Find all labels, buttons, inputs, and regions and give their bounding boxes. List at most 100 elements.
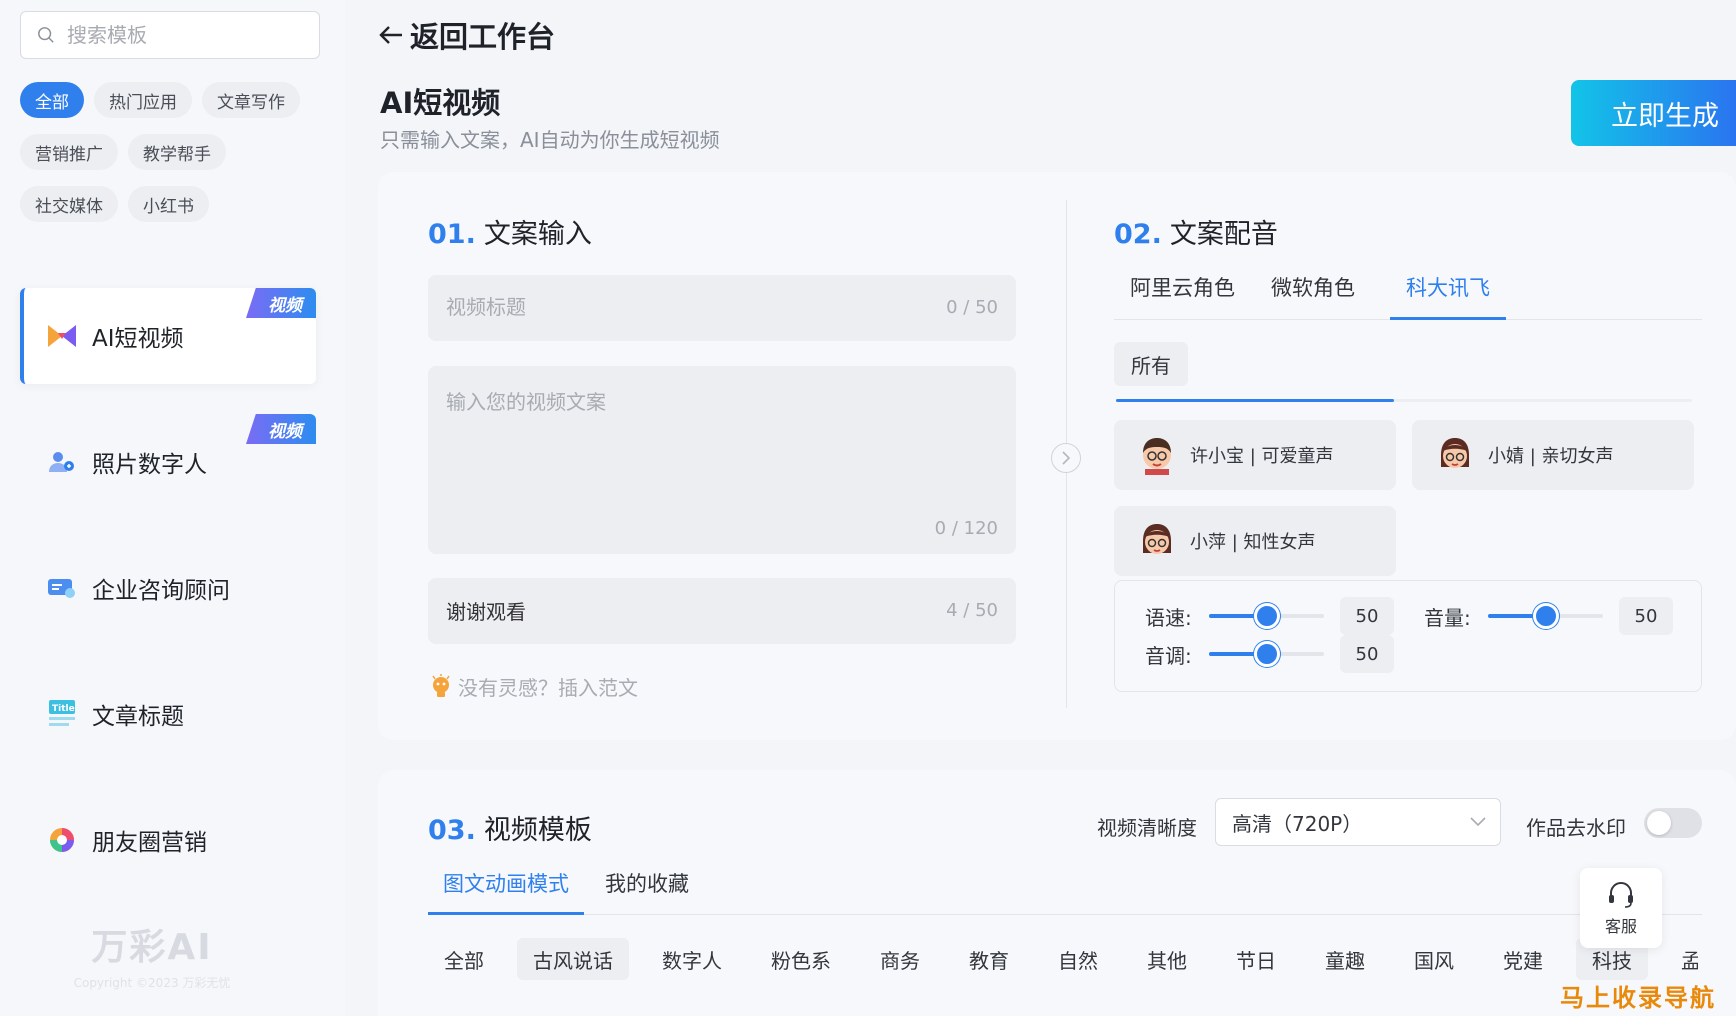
pitch-control: 音调: 50: [1145, 635, 1394, 673]
template-category[interactable]: 国风: [1398, 938, 1470, 980]
app-item-label: 朋友圈营销: [92, 830, 207, 856]
template-category[interactable]: 教育: [953, 938, 1025, 980]
section-label: 文案配音: [1169, 219, 1278, 250]
template-category[interactable]: 孟: [1665, 938, 1698, 980]
app-item-label: 文章标题: [92, 704, 184, 730]
search-box[interactable]: [20, 11, 320, 59]
generate-button[interactable]: 立即生成: [1571, 80, 1736, 146]
page-subtitle: 只需输入文案，AI自动为你生成短视频: [380, 128, 720, 152]
video-script-input[interactable]: [446, 386, 996, 506]
speed-slider[interactable]: [1209, 603, 1324, 629]
title-doc-icon: Title: [46, 698, 78, 730]
search-icon: [38, 27, 54, 43]
video-title-input[interactable]: [446, 295, 926, 319]
svg-text:Title: Title: [52, 704, 75, 714]
voice-name: 小萍 | 知性女声: [1190, 532, 1316, 553]
voice-settings-panel: 语速: 50 音量: 50 音调: 50: [1114, 580, 1702, 692]
category-chip-writing[interactable]: 文章写作: [202, 82, 300, 118]
category-chip-hot[interactable]: 热门应用: [94, 82, 192, 118]
template-category[interactable]: 数字人: [646, 938, 738, 980]
app-item-article-title[interactable]: Title 文章标题: [20, 666, 316, 762]
template-category[interactable]: 商务: [864, 938, 936, 980]
app-item-enterprise-consultant[interactable]: 企业咨询顾问: [20, 540, 316, 636]
ending-text-input[interactable]: [446, 598, 926, 622]
video-script-field[interactable]: 0 / 120: [428, 366, 1016, 554]
video-tag: 视频: [246, 288, 316, 318]
lightbulb-icon: [432, 673, 450, 697]
search-input[interactable]: [67, 23, 307, 47]
scrollbar-thumb[interactable]: [1116, 399, 1394, 402]
category-chip-all[interactable]: 全部: [20, 82, 84, 118]
category-chip-social[interactable]: 社交媒体: [20, 186, 118, 222]
customer-service-button[interactable]: 客服: [1580, 868, 1662, 948]
section-label: 视频模板: [483, 815, 592, 846]
template-category-list: 全部 古风说话 数字人 粉色系 商务 教育 自然 其他 节日 童趣 国风 党建 …: [428, 938, 1698, 980]
video-tag: 视频: [246, 414, 316, 444]
app-list: AI短视频 视频 照片数字人 视频 企业咨询顾问 Title 文章标题 朋友圈营…: [20, 288, 316, 918]
quality-select[interactable]: 高清（720P）: [1215, 798, 1501, 846]
template-category[interactable]: 粉色系: [755, 938, 847, 980]
section-label: 文案输入: [483, 219, 592, 250]
collapse-toggle[interactable]: [1051, 443, 1081, 473]
voice-filter-all[interactable]: 所有: [1114, 342, 1188, 386]
video-title-field[interactable]: 0 / 50: [428, 275, 1016, 341]
insert-sample-link[interactable]: 没有灵感？插入范文: [430, 672, 638, 701]
section-title-script: 01. 文案输入: [428, 212, 592, 251]
app-item-moments-marketing[interactable]: 朋友圈营销: [20, 792, 316, 888]
volume-slider[interactable]: [1488, 603, 1603, 629]
ending-text-field[interactable]: 4 / 50: [428, 578, 1016, 644]
tab-favorites[interactable]: 我的收藏: [590, 860, 704, 915]
voice-card[interactable]: 小婧 | 亲切女声: [1412, 420, 1694, 490]
slider-knob[interactable]: [1254, 603, 1280, 629]
toggle-knob: [1647, 811, 1671, 835]
slider-knob[interactable]: [1533, 603, 1559, 629]
speed-value[interactable]: 50: [1340, 597, 1394, 635]
template-category[interactable]: 节日: [1220, 938, 1292, 980]
chevron-down-icon: [1470, 817, 1486, 827]
pitch-label: 音调:: [1145, 643, 1192, 668]
site-watermark: 马上收录导航: [1560, 984, 1716, 1012]
tab-microsoft[interactable]: 微软角色: [1255, 268, 1371, 320]
speed-control: 语速: 50: [1145, 597, 1394, 635]
category-chip-teaching[interactable]: 教学帮手: [128, 134, 226, 170]
voice-card[interactable]: 许小宝 | 可爱童声: [1114, 420, 1396, 490]
brand-logo: 万彩AI Copyright ©2023 万彩无忧: [52, 918, 252, 991]
page-title: AI短视频: [380, 86, 501, 120]
quality-label: 视频清晰度: [1097, 816, 1197, 840]
voice-card[interactable]: 小萍 | 知性女声: [1114, 506, 1396, 576]
speed-label: 语速:: [1145, 605, 1192, 630]
tab-aliyun[interactable]: 阿里云角色: [1114, 268, 1251, 320]
slider-knob[interactable]: [1254, 641, 1280, 667]
app-item-ai-short-video[interactable]: AI短视频 视频: [20, 288, 316, 384]
section-number: 03.: [428, 815, 476, 846]
template-category[interactable]: 古风说话: [517, 938, 629, 980]
template-category[interactable]: 自然: [1042, 938, 1114, 980]
ending-char-count: 4 / 50: [946, 600, 998, 621]
tab-iflytek[interactable]: 科大讯飞: [1390, 268, 1506, 320]
template-category[interactable]: 其他: [1131, 938, 1203, 980]
category-chip-marketing[interactable]: 营销推广: [20, 134, 118, 170]
remove-watermark-toggle[interactable]: [1644, 808, 1702, 838]
template-category[interactable]: 党建: [1487, 938, 1559, 980]
arrow-left-icon: [379, 26, 402, 44]
template-category[interactable]: 童趣: [1309, 938, 1381, 980]
section-title-template: 03. 视频模板: [428, 808, 592, 847]
back-to-workbench[interactable]: 返回工作台: [378, 14, 555, 56]
template-category[interactable]: 全部: [428, 938, 500, 980]
consultant-card-icon: [46, 572, 78, 604]
pitch-value[interactable]: 50: [1340, 635, 1394, 673]
voice-scrollbar[interactable]: [1116, 399, 1692, 402]
app-item-photo-digital-human[interactable]: 照片数字人 视频: [20, 414, 316, 510]
template-mode-tabs: 图文动画模式 我的收藏: [428, 860, 1702, 915]
bowtie-video-icon: [46, 320, 78, 352]
pitch-slider[interactable]: [1209, 641, 1324, 667]
section-number: 02.: [1114, 219, 1162, 250]
app-item-label: AI短视频: [92, 326, 184, 352]
chevron-right-icon: [1062, 451, 1071, 465]
headset-icon: [1609, 882, 1633, 908]
volume-value[interactable]: 50: [1619, 597, 1673, 635]
tab-animation-mode[interactable]: 图文动画模式: [428, 860, 584, 915]
back-label: 返回工作台: [410, 20, 556, 54]
voice-name: 小婧 | 亲切女声: [1488, 446, 1614, 467]
category-chip-xiaohongshu[interactable]: 小红书: [128, 186, 209, 222]
